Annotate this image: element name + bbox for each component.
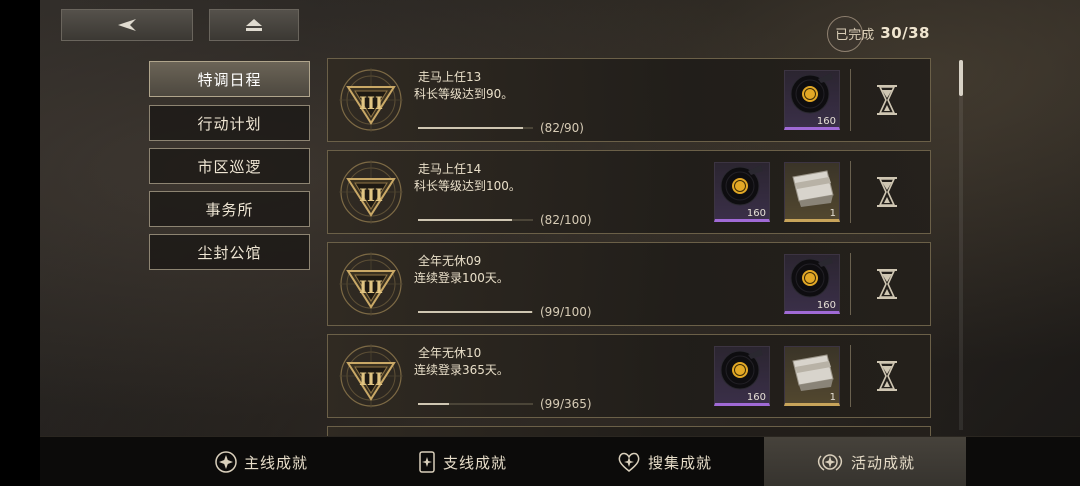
svg-text:III: III xyxy=(359,278,383,298)
hourglass-icon xyxy=(872,175,902,209)
divider xyxy=(850,161,851,223)
reward-count: 160 xyxy=(816,300,836,311)
tab-side-achievements[interactable]: 支线成就 xyxy=(361,437,563,486)
reward-item[interactable]: 1 xyxy=(784,162,840,222)
tab-main-achievements[interactable]: 主线成就 xyxy=(160,437,362,486)
progress-bar xyxy=(418,127,533,129)
reward-item[interactable]: 1 xyxy=(784,346,840,406)
progress-bar-fill xyxy=(418,219,513,221)
category-label: 事务所 xyxy=(205,200,254,219)
achievement-card[interactable]: III 走马上任14 科长等级达到100。 (82/100) 160 1 xyxy=(327,150,931,234)
reward-item[interactable]: 160 xyxy=(784,70,840,130)
eject-home-icon xyxy=(246,19,262,31)
category-label: 特调日程 xyxy=(197,70,262,89)
category-label: 尘封公馆 xyxy=(197,243,262,262)
progress-bar xyxy=(418,311,533,313)
progress-bar xyxy=(418,403,533,405)
achievement-list[interactable]: III 走马上任13 科长等级达到90。 (82/90) 160 III 走马上任1… xyxy=(327,58,931,436)
reward-item[interactable]: 160 xyxy=(784,254,840,314)
achievement-title: 全年无休09 xyxy=(418,254,482,268)
scroll-thumb[interactable] xyxy=(959,60,963,96)
completion-count: 30/38 xyxy=(880,24,930,42)
achievement-title: 全年无休10 xyxy=(418,346,482,360)
reward-count: 1 xyxy=(829,392,836,403)
progress-bar-fill xyxy=(418,127,523,129)
progress-bar-fill xyxy=(418,311,532,313)
reward-count: 160 xyxy=(816,116,836,127)
svg-text:III: III xyxy=(359,94,383,114)
category-tab-dusty-mansion[interactable]: 尘封公馆 xyxy=(149,234,310,270)
rank-badge-icon: III xyxy=(338,343,404,409)
tab-label: 主线成就 xyxy=(243,453,308,472)
progress-text: (82/100) xyxy=(540,213,592,227)
progress-bar xyxy=(418,219,533,221)
reward-count: 160 xyxy=(746,392,766,403)
rank-badge-icon: III xyxy=(338,67,404,133)
rank-badge-icon: III xyxy=(338,159,404,225)
completion-label: 已完成 xyxy=(835,27,875,43)
progress-text: (99/100) xyxy=(540,305,592,319)
achievement-title: 走马上任14 xyxy=(418,162,482,176)
tab-label: 搜集成就 xyxy=(647,453,712,472)
hourglass-icon xyxy=(872,267,902,301)
category-label: 行动计划 xyxy=(197,114,262,133)
home-button[interactable] xyxy=(209,9,299,41)
divider xyxy=(850,253,851,315)
progress-text: (82/90) xyxy=(540,121,584,135)
category-tab-city-patrol[interactable]: 市区巡逻 xyxy=(149,148,310,184)
reward-count: 160 xyxy=(746,208,766,219)
divider xyxy=(850,345,851,407)
achievement-card[interactable]: III 全年无休09 连续登录100天。 (99/100) 160 xyxy=(327,242,931,326)
achievement-card[interactable] xyxy=(327,426,931,436)
hourglass-icon xyxy=(872,83,902,117)
tab-collection-achievements[interactable]: 搜集成就 xyxy=(563,437,765,486)
tab-label: 支线成就 xyxy=(442,453,507,472)
svg-text:III: III xyxy=(359,186,383,206)
achievement-description: 连续登录365天。 xyxy=(414,363,509,377)
achievement-title: 走马上任13 xyxy=(418,70,482,84)
tab-event-achievements[interactable]: 活动成就 xyxy=(764,437,966,486)
bottom-tab-bar: 主线成就 支线成就 搜集成就 活动成就 xyxy=(40,436,1080,486)
category-tab-office[interactable]: 事务所 xyxy=(149,191,310,227)
category-label: 市区巡逻 xyxy=(197,157,262,176)
tab-label: 活动成就 xyxy=(850,453,915,472)
achievement-card[interactable]: III 全年无休10 连续登录365天。 (99/365) 160 1 xyxy=(327,334,931,418)
back-button[interactable] xyxy=(61,9,193,41)
divider xyxy=(850,69,851,131)
reward-count: 1 xyxy=(829,208,836,219)
category-tab-action-plan[interactable]: 行动计划 xyxy=(149,105,310,141)
winged-star-icon xyxy=(817,454,843,471)
back-arrow-icon xyxy=(118,19,136,31)
completion-counter: 已完成 30/38 xyxy=(827,16,930,52)
heart-star-icon xyxy=(618,452,640,472)
reward-item[interactable]: 160 xyxy=(714,346,770,406)
achievement-card[interactable]: III 走马上任13 科长等级达到90。 (82/90) 160 xyxy=(327,58,931,142)
hourglass-icon xyxy=(872,359,902,393)
reward-item[interactable]: 160 xyxy=(714,162,770,222)
svg-text:III: III xyxy=(359,370,383,390)
progress-bar-fill xyxy=(418,403,450,405)
scroll-star-icon xyxy=(419,451,435,473)
progress-text: (99/365) xyxy=(540,397,592,411)
rank-badge-icon: III xyxy=(338,251,404,317)
achievement-description: 科长等级达到90。 xyxy=(414,87,514,101)
achievement-screen: 已完成 30/38 特调日程 行动计划 市区巡逻 事务所 尘封公馆 III 走马… xyxy=(40,0,1080,486)
category-tab-special-schedule[interactable]: 特调日程 xyxy=(149,61,310,97)
shield-star-icon xyxy=(215,451,237,473)
list-scrollbar[interactable] xyxy=(959,60,963,430)
achievement-description: 科长等级达到100。 xyxy=(414,179,521,193)
achievement-description: 连续登录100天。 xyxy=(414,271,509,285)
